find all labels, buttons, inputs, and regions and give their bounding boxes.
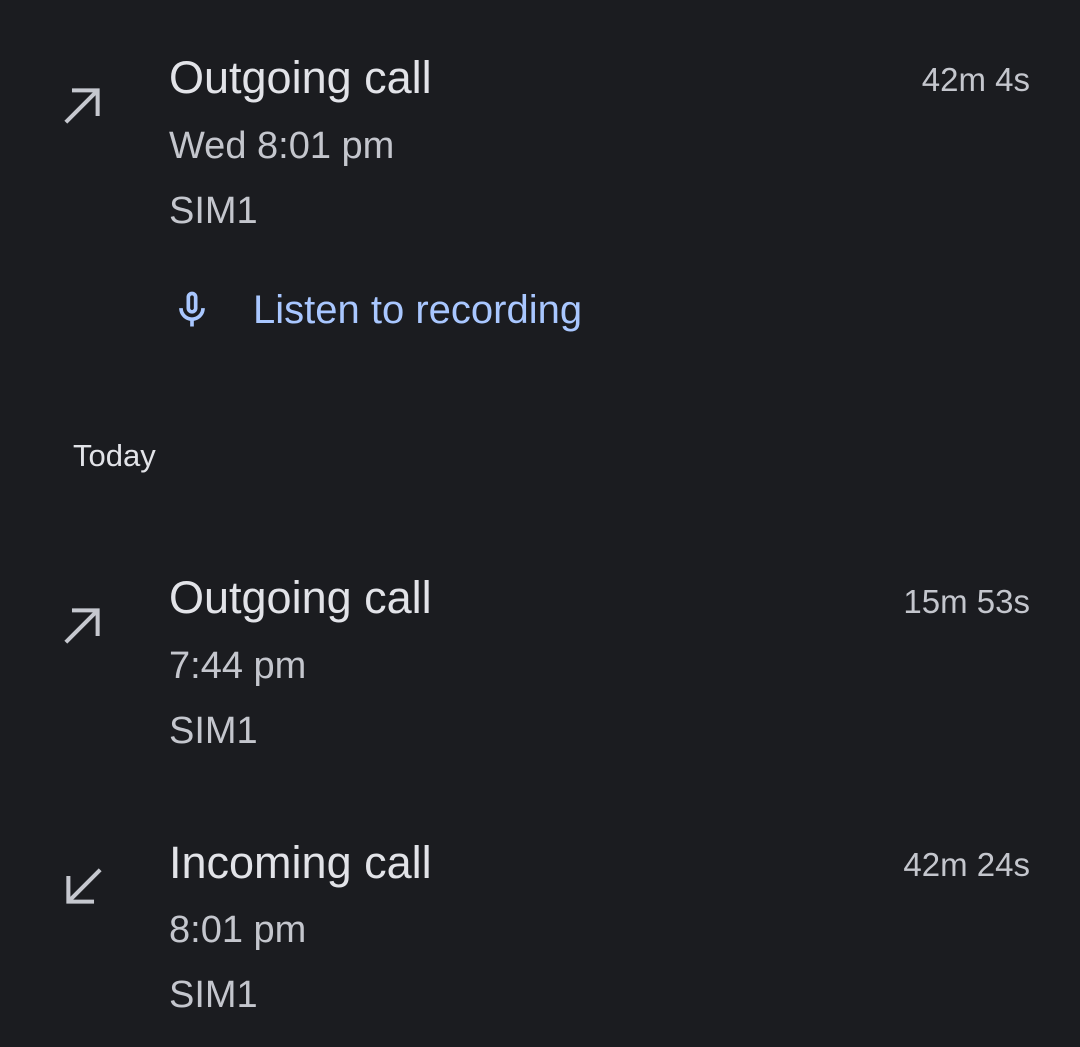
call-sim-label: SIM1 (169, 974, 258, 1016)
call-duration-label: 42m 4s (921, 61, 1030, 98)
listen-to-recording-label: Listen to recording (253, 288, 583, 332)
call-entry-today-1[interactable]: Outgoing call 7:44 pm SIM1 15m 53s (0, 540, 1080, 770)
outgoing-call-arrow-icon (56, 78, 110, 132)
call-time-label: Wed 8:01 pm (169, 125, 395, 167)
call-sim-label: SIM1 (169, 710, 258, 752)
call-type-label: Outgoing call (169, 572, 432, 623)
outgoing-call-arrow-icon (56, 598, 110, 652)
call-duration-label: 15m 53s (903, 583, 1030, 620)
incoming-call-arrow-icon (56, 860, 110, 914)
call-time-label: 8:01 pm (169, 909, 307, 951)
call-sim-label: SIM1 (169, 190, 258, 232)
call-duration-label: 42m 24s (903, 846, 1030, 883)
call-time-label: 7:44 pm (169, 645, 307, 687)
microphone-icon (170, 288, 214, 332)
call-type-label: Incoming call (169, 837, 432, 888)
listen-to-recording-button[interactable]: Listen to recording (0, 282, 1080, 342)
section-header-today: Today (73, 438, 156, 473)
call-type-label: Outgoing call (169, 52, 432, 103)
call-entry-earlier[interactable]: Outgoing call Wed 8:01 pm SIM1 42m 4s (0, 0, 1080, 260)
call-history-screen: Outgoing call Wed 8:01 pm SIM1 42m 4s Li… (0, 0, 1080, 1047)
call-entry-today-2[interactable]: Incoming call 8:01 pm SIM1 42m 24s (0, 800, 1080, 1047)
